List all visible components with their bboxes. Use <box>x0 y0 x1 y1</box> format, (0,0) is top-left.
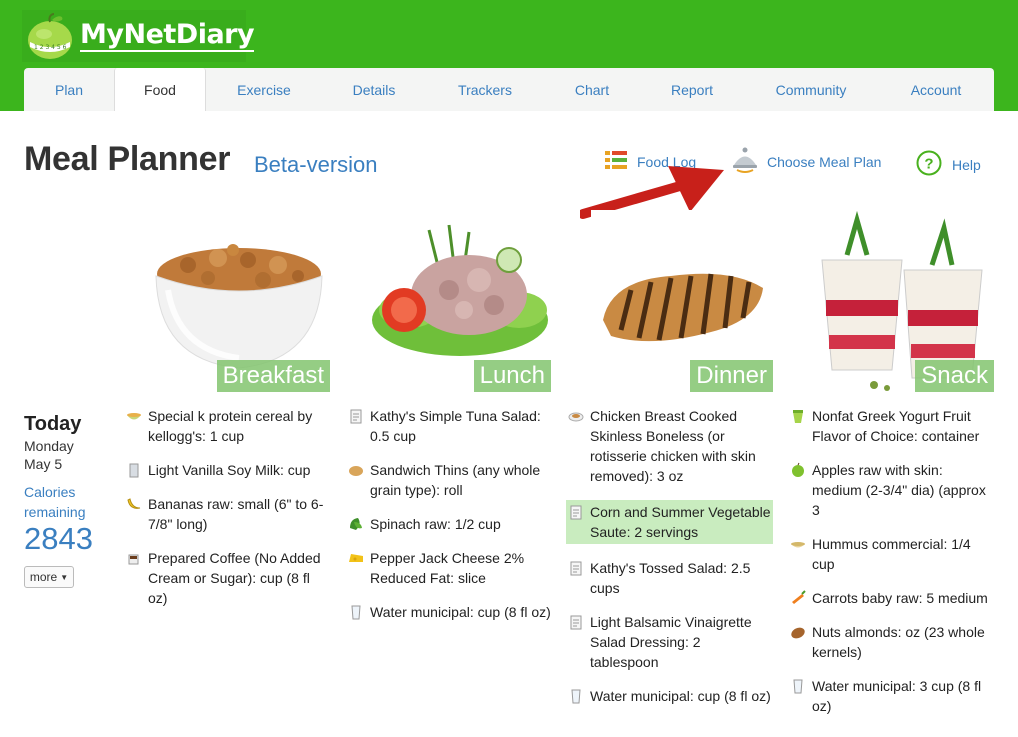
list-item[interactable]: Spinach raw: 1/2 cup <box>346 514 556 534</box>
almond-icon <box>790 624 806 640</box>
page-subtitle: Beta-version <box>254 152 378 177</box>
today-title: Today <box>24 413 82 435</box>
list-item[interactable]: Kathy's Simple Tuna Salad: 0.5 cup <box>346 406 556 446</box>
water-icon <box>568 688 584 704</box>
list-item[interactable]: Light Balsamic Vinaigrette Salad Dressin… <box>566 612 773 672</box>
tab-exercise[interactable]: Exercise <box>206 68 322 111</box>
milk-icon <box>126 462 142 478</box>
list-item[interactable]: Kathy's Tossed Salad: 2.5 cups <box>566 558 773 598</box>
list-item[interactable]: Water municipal: 3 cup (8 fl oz) <box>788 676 994 716</box>
hummus-icon <box>790 536 806 552</box>
apple-icon <box>790 462 806 478</box>
list-item[interactable]: Bananas raw: small (6" to 6-7/8" long) <box>124 494 334 534</box>
choose-meal-plan-link[interactable]: Choose Meal Plan <box>733 146 881 177</box>
list-item[interactable]: Nonfat Greek Yogurt Fruit Flavor of Choi… <box>788 406 994 446</box>
svg-text:1 2 3 4 5 6: 1 2 3 4 5 6 <box>34 44 67 51</box>
lunch-label: Lunch <box>473 360 551 392</box>
list-item[interactable]: Pepper Jack Cheese 2% Reduced Fat: slice <box>346 548 556 588</box>
today-day: Monday <box>24 438 74 454</box>
tab-trackers[interactable]: Trackers <box>426 68 544 111</box>
coffee-icon <box>126 550 142 566</box>
header: 1 2 3 4 5 6 MyNetDiary Plan Food Exercis… <box>0 0 1018 111</box>
list-item[interactable]: Water municipal: cup (8 fl oz) <box>566 686 773 706</box>
list-item[interactable]: Nuts almonds: oz (23 whole kernels) <box>788 622 994 662</box>
chicken-icon <box>568 408 584 424</box>
tab-report[interactable]: Report <box>640 68 744 111</box>
water-icon <box>790 678 806 694</box>
today-panel: Today Monday May 5 Calories remaining 28… <box>24 413 104 588</box>
more-label: more <box>29 570 58 584</box>
banana-icon <box>126 496 142 512</box>
more-button[interactable]: more ▼ <box>24 566 74 588</box>
main-tabs: Plan Food Exercise Details Trackers Char… <box>24 68 994 111</box>
help-icon: ? <box>916 150 942 179</box>
tab-food[interactable]: Food <box>114 68 206 111</box>
list-item[interactable]: Prepared Coffee (No Added Cream or Sugar… <box>124 548 334 608</box>
tab-chart[interactable]: Chart <box>544 68 640 111</box>
cloche-icon <box>733 146 757 177</box>
tab-plan[interactable]: Plan <box>24 68 114 111</box>
logo[interactable]: 1 2 3 4 5 6 MyNetDiary <box>22 10 255 62</box>
cereal-icon <box>126 408 142 424</box>
caret-down-icon: ▼ <box>60 572 69 582</box>
breakfast-image[interactable]: Breakfast <box>148 210 330 392</box>
list-item[interactable]: Hummus commercial: 1/4 cup <box>788 534 994 574</box>
logo-text: MyNetDiary <box>80 19 255 52</box>
choose-meal-plan-label: Choose Meal Plan <box>767 153 882 170</box>
dinner-image[interactable]: Dinner <box>591 210 773 392</box>
list-item[interactable]: Apples raw with skin: medium (2-3/4" dia… <box>788 460 994 520</box>
recipe-icon <box>568 614 584 630</box>
calories-remaining-label: Calories remaining <box>24 484 86 520</box>
tab-account[interactable]: Account <box>878 68 994 111</box>
help-label: Help <box>952 156 981 173</box>
breakfast-list: Special k protein cereal by kellogg's: 1… <box>124 406 334 622</box>
breakfast-label: Breakfast <box>216 360 330 392</box>
dinner-list: Chicken Breast Cooked Skinless Boneless … <box>566 406 773 720</box>
calories-remaining-value: 2843 <box>24 521 93 556</box>
snack-image[interactable]: Snack <box>812 210 994 392</box>
help-link[interactable]: ? Help <box>916 150 981 179</box>
list-item[interactable]: Carrots baby raw: 5 medium <box>788 588 994 608</box>
lunch-list: Kathy's Simple Tuna Salad: 0.5 cup Sandw… <box>346 406 556 636</box>
list-item[interactable]: Special k protein cereal by kellogg's: 1… <box>124 406 334 446</box>
today-date: May 5 <box>24 456 63 472</box>
list-item-selected[interactable]: Corn and Summer Vegetable Saute: 2 servi… <box>566 500 773 544</box>
spinach-icon <box>348 516 364 532</box>
snack-list: Nonfat Greek Yogurt Fruit Flavor of Choi… <box>788 406 994 730</box>
lunch-image[interactable]: Lunch <box>369 210 551 392</box>
apple-logo-icon: 1 2 3 4 5 6 <box>24 12 76 60</box>
list-item[interactable]: Water municipal: cup (8 fl oz) <box>346 602 556 622</box>
recipe-icon <box>568 504 584 520</box>
bread-icon <box>348 462 364 478</box>
svg-text:?: ? <box>924 156 933 173</box>
page-title: Meal Planner <box>24 140 231 178</box>
recipe-icon <box>348 408 364 424</box>
yogurt-icon <box>790 408 806 424</box>
list-item[interactable]: Sandwich Thins (any whole grain type): r… <box>346 460 556 500</box>
tab-community[interactable]: Community <box>744 68 878 111</box>
cheese-icon <box>348 550 364 566</box>
carrot-icon <box>790 590 806 606</box>
water-icon <box>348 604 364 620</box>
snack-label: Snack <box>915 360 994 392</box>
list-item[interactable]: Light Vanilla Soy Milk: cup <box>124 460 334 480</box>
dinner-label: Dinner <box>690 360 773 392</box>
list-item[interactable]: Chicken Breast Cooked Skinless Boneless … <box>566 406 773 486</box>
recipe-icon <box>568 560 584 576</box>
tab-details[interactable]: Details <box>322 68 426 111</box>
